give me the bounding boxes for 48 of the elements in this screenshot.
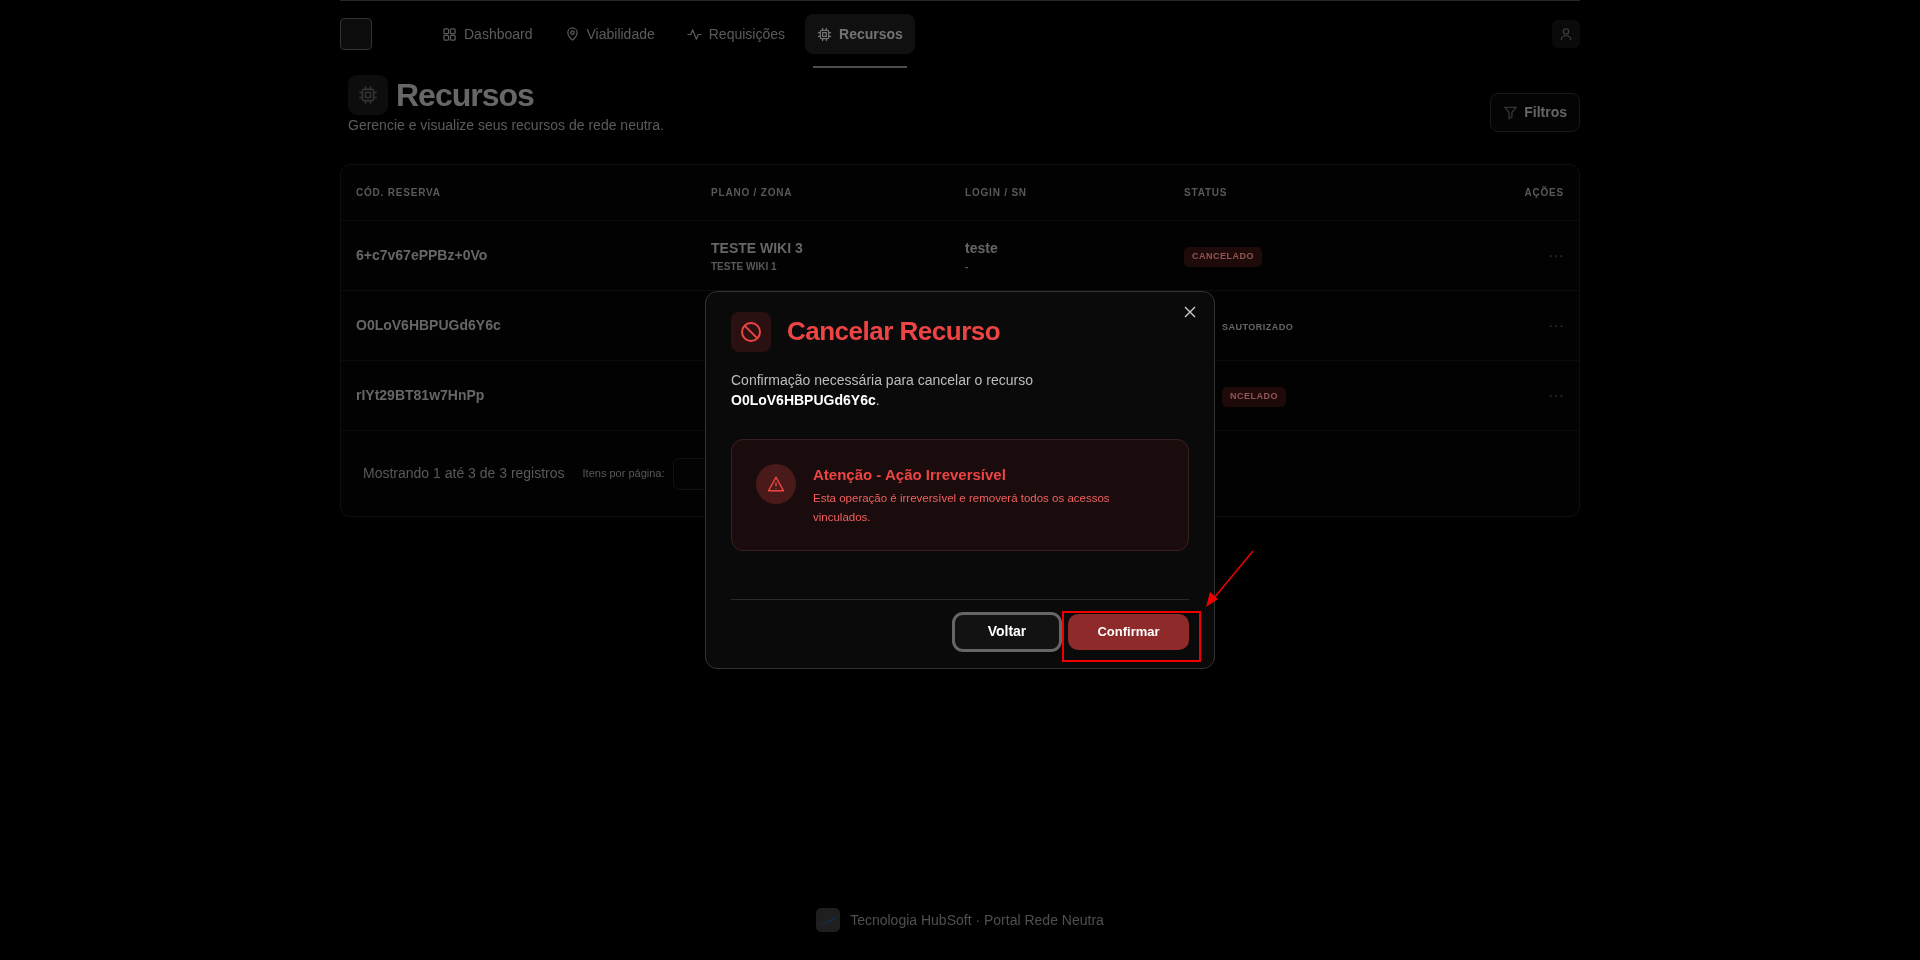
status-badge: NCELADO [1222, 387, 1286, 407]
table-cell-text: TESTE WIKI 1 [711, 259, 778, 274]
actions-menu-button[interactable]: ··· [1548, 313, 1564, 338]
confirm-button[interactable]: Confirmar [1068, 613, 1189, 650]
alert-title: Atenção - Ação Irreversível [813, 464, 1007, 485]
hubsoft-logo-icon [816, 908, 841, 932]
column-header: AÇÕES [1523, 185, 1564, 200]
table-cell-text: rIYt29BT81w7HnPp [356, 386, 486, 405]
chip-icon [817, 26, 832, 42]
status-text: SAUTORIZADO [1222, 322, 1294, 332]
nav-tab[interactable]: Dashboard [430, 14, 545, 54]
warning-icon [767, 474, 785, 493]
logo-placeholder[interactable] [340, 18, 372, 50]
prohibited-icon [739, 320, 763, 345]
status-badge: CANCELADO [1184, 247, 1262, 267]
filter-button[interactable]: Filtros [1490, 93, 1580, 132]
nav-tab[interactable]: Requisições [674, 14, 797, 54]
filter-icon [1503, 105, 1519, 120]
column-header: STATUS [1184, 186, 1229, 200]
actions-menu-button[interactable]: ··· [1548, 383, 1564, 408]
modal-message: Confirmação necessária para cancelar o recurso O0LoV6HBPUGd6Y6c. [731, 371, 1034, 411]
alert-text: Esta operação é irreversível e removerá todos os acessos vinculados. [813, 491, 1111, 525]
close-icon [1184, 306, 1196, 319]
map-pin-icon [564, 26, 580, 42]
column-header: LOGIN / SN [965, 186, 1028, 200]
table-cell-text: 6+c7v67ePPBz+0Vo [356, 246, 489, 265]
back-button[interactable]: Voltar [952, 611, 1062, 652]
table-cell-text: TESTE WIKI 3 [711, 238, 804, 258]
nav-tab[interactable]: Viabilidade [552, 14, 667, 54]
page-subtitle: Gerencie e visualize seus recursos de rede neutra. [348, 116, 664, 135]
user-icon [1559, 27, 1573, 41]
per-page-label: Itens por página: [582, 466, 665, 482]
column-header: PLANO / ZONA [711, 186, 794, 200]
table-cell-text: O0LoV6HBPUGd6Y6c [356, 316, 502, 335]
chip-icon [358, 85, 378, 105]
annotation-arrow [1206, 550, 1254, 607]
footer-text: Tecnologia HubSoft · Portal Rede Neutra [850, 910, 1104, 930]
user-button[interactable] [1552, 20, 1580, 48]
actions-menu-button[interactable]: ··· [1548, 243, 1564, 268]
sentence-period: . [875, 392, 880, 409]
table-cell-text: teste [965, 238, 999, 258]
grid-icon [442, 26, 457, 42]
modal-title: Cancelar Recurso [787, 316, 1001, 348]
pagination-summary: Mostrando 1 até 3 de 3 registros [363, 464, 565, 483]
page-title: Recursos [396, 75, 534, 115]
pulse-icon [686, 26, 702, 42]
column-header: CÓD. RESERVA [356, 185, 442, 200]
table-cell-text: - [965, 259, 970, 274]
